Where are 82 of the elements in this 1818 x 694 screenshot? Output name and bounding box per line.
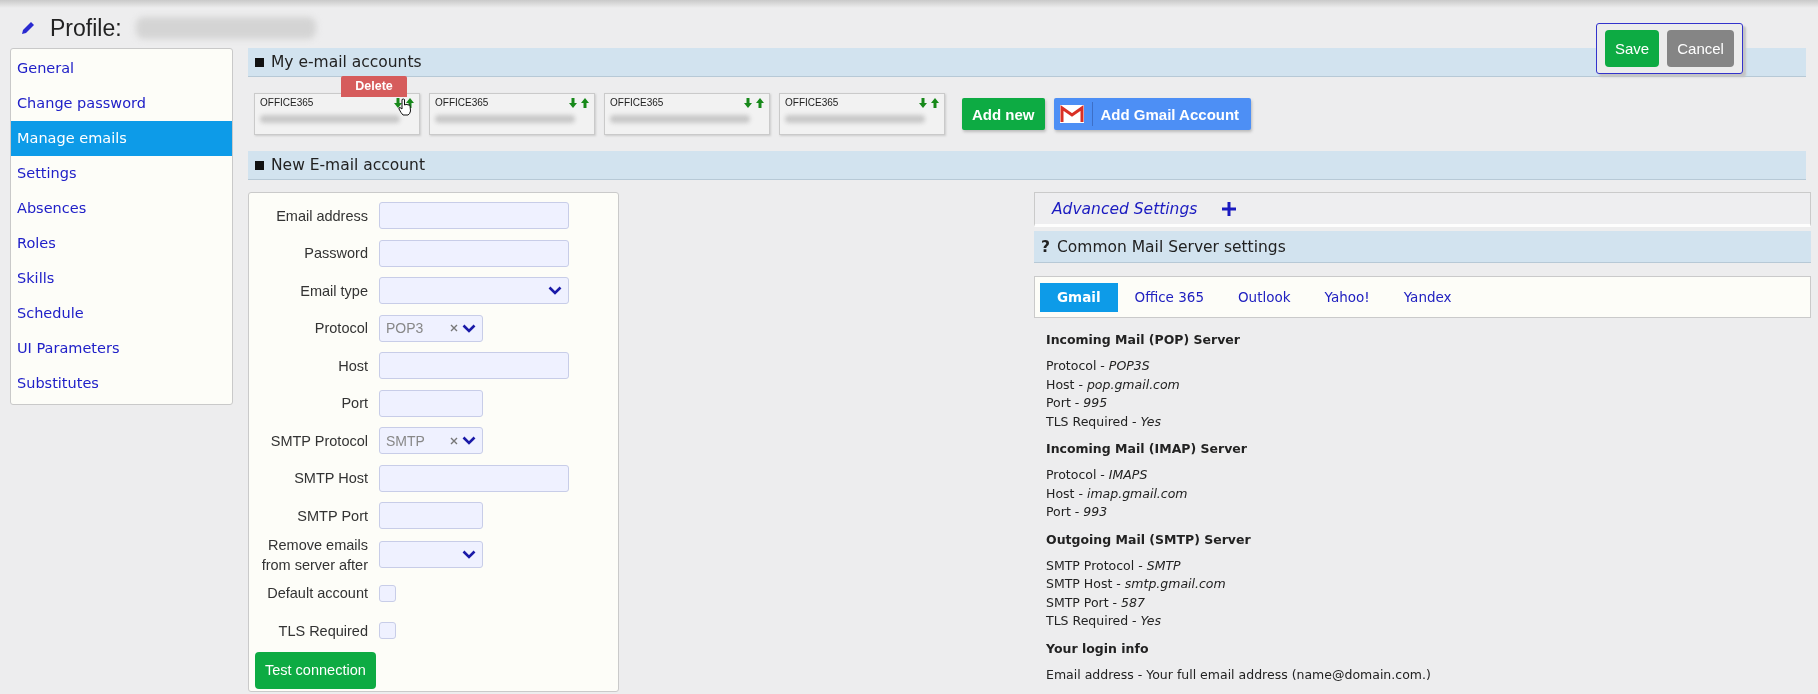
sidebar-item[interactable]: UI Parameters	[11, 331, 232, 366]
account-card[interactable]: OFFICE365	[779, 93, 945, 135]
tab[interactable]: Outlook	[1221, 282, 1308, 312]
account-card[interactable]: OFFICE365	[429, 93, 595, 135]
account-type: OFFICE365	[435, 97, 489, 108]
chevron-down-icon	[548, 286, 562, 296]
section-title: Common Mail Server settings	[1057, 237, 1286, 256]
text-input[interactable]	[379, 352, 569, 380]
field-label: Protocol	[313, 319, 368, 339]
sidebar-item[interactable]: Schedule	[11, 296, 232, 331]
account-card[interactable]: OFFICE365	[604, 93, 770, 135]
info-line: SMTP Port - 587	[1046, 593, 1146, 612]
field-label: SMTP Protocol	[269, 431, 368, 451]
text-input[interactable]	[379, 502, 483, 530]
pencil-icon	[20, 20, 36, 36]
tab[interactable]: Yahoo!	[1307, 282, 1387, 312]
field-label: Password	[303, 244, 368, 264]
info-heading: Incoming Mail (POP) Server	[1046, 332, 1241, 347]
info-line: SMTP Protocol - SMTP	[1046, 556, 1182, 575]
hand-cursor-icon	[398, 98, 412, 116]
field-label: SMTP Host	[293, 469, 368, 489]
info-line: Port - 993	[1046, 503, 1109, 521]
envelope-icon	[1059, 105, 1084, 123]
info-line: SMTP Host - smtp.gmail.com	[1046, 575, 1227, 593]
text-input[interactable]	[379, 239, 569, 267]
info-line: Host - imap.gmail.com	[1046, 484, 1189, 503]
chevron-down-icon	[462, 550, 476, 559]
text-input[interactable]	[379, 464, 569, 492]
field-label: Default account	[266, 584, 368, 604]
down-arrow-icon[interactable]	[569, 97, 577, 108]
account-type: OFFICE365	[260, 97, 314, 108]
info-line: Port - 995	[1046, 394, 1109, 412]
clear-icon[interactable]	[450, 324, 458, 333]
delete-button[interactable]: Delete	[341, 76, 407, 97]
square-icon	[255, 160, 264, 170]
field-label: Host	[337, 356, 368, 376]
info-line: Email address - Your full email address (name@domain.com.)	[1046, 665, 1432, 684]
advanced-settings-bar[interactable]: Advanced Settings	[1034, 192, 1811, 227]
sidebar-item[interactable]: Change password	[11, 86, 232, 121]
info-line: Protocol - POP3S	[1046, 357, 1151, 375]
field-label: SMTP Port	[296, 506, 368, 526]
sidebar-item[interactable]: Roles	[11, 226, 232, 261]
sidebar-item[interactable]: Skills	[11, 261, 232, 296]
sidebar-item[interactable]: General	[11, 51, 232, 86]
tab[interactable]: Yandex	[1386, 282, 1469, 312]
info-line: Protocol - IMAPS	[1046, 466, 1149, 484]
tab[interactable]: Office 365	[1117, 282, 1221, 312]
checkbox[interactable]	[379, 584, 396, 602]
account-type: OFFICE365	[785, 97, 839, 108]
info-line: TLS Required - Yes	[1046, 412, 1163, 431]
field-label: TLS Required	[277, 621, 368, 641]
field-label: Email address	[275, 206, 368, 226]
text-input[interactable]	[379, 202, 569, 230]
page-title: Profile:	[50, 14, 122, 42]
field-label: Port	[340, 394, 368, 414]
account-type: OFFICE365	[610, 97, 664, 108]
info-heading: Your login info	[1046, 640, 1150, 656]
down-arrow-icon[interactable]	[394, 97, 402, 108]
sidebar-item[interactable]: Settings	[11, 156, 232, 191]
clear-icon[interactable]	[450, 436, 458, 445]
info-line: TLS Required - Yes	[1046, 612, 1163, 630]
advanced-settings-label[interactable]: Advanced Settings	[1052, 199, 1198, 218]
cancel-button[interactable]: Cancel	[1667, 30, 1734, 67]
down-arrow-icon[interactable]	[744, 97, 752, 108]
down-arrow-icon[interactable]	[919, 97, 927, 108]
chevron-down-icon	[462, 323, 476, 333]
section-title: New E-mail account	[271, 156, 425, 174]
sidebar-item[interactable]: Substitutes	[11, 366, 232, 401]
text-input[interactable]	[379, 389, 483, 417]
chevron-down-icon	[462, 436, 476, 446]
info-heading: Outgoing Mail (SMTP) Server	[1046, 531, 1252, 547]
section-title: My e-mail accounts	[271, 53, 422, 71]
help-mark: ?	[1041, 237, 1050, 256]
info-line: Host - pop.gmail.com	[1046, 375, 1181, 394]
field-label: Remove emails from server after	[260, 535, 368, 575]
checkbox[interactable]	[379, 622, 396, 640]
info-heading: Incoming Mail (IMAP) Server	[1046, 441, 1248, 456]
sidebar-item[interactable]: Absences	[11, 191, 232, 226]
field-label: Email type	[299, 281, 368, 301]
square-icon	[255, 57, 264, 67]
account-card[interactable]: OFFICE365	[254, 93, 420, 135]
plus-icon[interactable]	[1222, 201, 1237, 216]
